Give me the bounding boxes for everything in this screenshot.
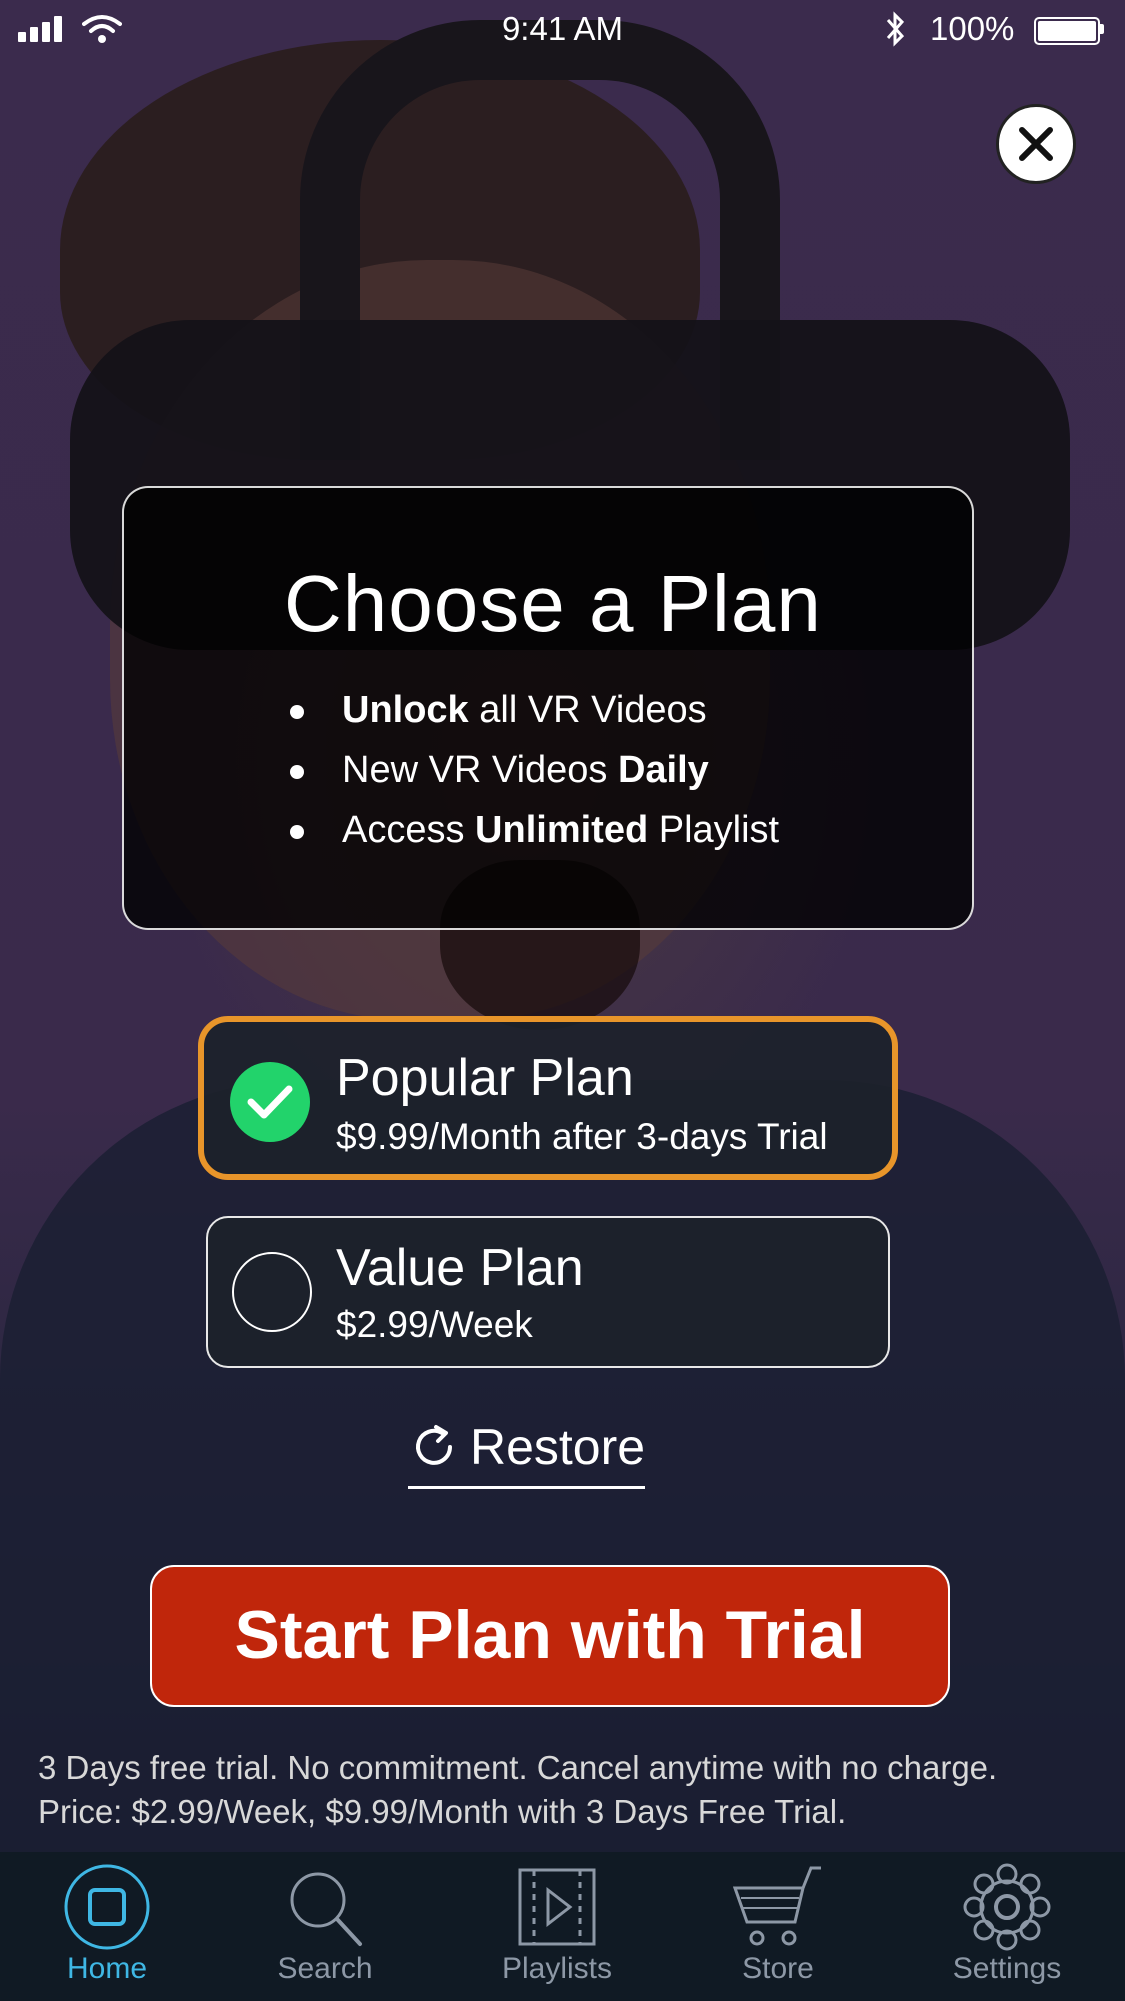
battery-percent: 100% xyxy=(930,10,1015,47)
tab-home[interactable]: Home xyxy=(17,1852,197,2001)
home-icon xyxy=(64,1864,150,1950)
feature-list: Unlock all VR Videos New VR Videos Daily… xyxy=(284,680,779,860)
disclaimer-text: 3 Days free trial. No commitment. Cancel… xyxy=(38,1749,998,1830)
start-plan-button[interactable]: Start Plan with Trial xyxy=(150,1565,950,1707)
bottom-tab-bar: Home Search Playlists Store Settings xyxy=(0,1852,1125,2001)
plan-price: $9.99/Month after 3-days Trial xyxy=(336,1116,828,1157)
plan-name: Popular Plan xyxy=(336,1049,634,1107)
bluetooth-icon xyxy=(886,11,905,47)
search-icon xyxy=(290,1872,362,1946)
tab-store[interactable]: Store xyxy=(688,1852,868,2001)
restore-label: Restore xyxy=(470,1419,646,1475)
feature-item: Access Unlimited Playlist xyxy=(284,800,779,860)
tab-playlists[interactable]: Playlists xyxy=(467,1852,647,2001)
page-title: Choose a Plan xyxy=(284,559,822,648)
status-bar: 9:41 AM 100% xyxy=(0,0,1125,60)
plan-info-card: Choose a Plan Unlock all VR Videos New V… xyxy=(122,486,974,930)
close-icon xyxy=(1019,127,1053,161)
plan-price: $2.99/Week xyxy=(336,1304,533,1345)
cart-icon xyxy=(733,1866,821,1946)
tab-search[interactable]: Search xyxy=(235,1852,415,2001)
feature-item: New VR Videos Daily xyxy=(284,740,779,800)
restore-button[interactable]: Restore xyxy=(408,1412,646,1489)
plan-option-value[interactable]: Value Plan $2.99/Week xyxy=(206,1216,890,1368)
radio-unselected-icon xyxy=(232,1252,312,1332)
feature-item: Unlock all VR Videos xyxy=(284,680,779,740)
gear-icon xyxy=(963,1863,1051,1951)
battery-icon xyxy=(1034,17,1100,45)
plan-option-popular[interactable]: Popular Plan $9.99/Month after 3-days Tr… xyxy=(198,1016,898,1180)
close-button[interactable] xyxy=(996,104,1076,184)
playlists-icon xyxy=(518,1868,596,1946)
refresh-icon xyxy=(416,1425,452,1465)
selected-check-icon xyxy=(230,1062,310,1142)
plan-name: Value Plan xyxy=(336,1239,584,1297)
tab-settings[interactable]: Settings xyxy=(917,1852,1097,2001)
